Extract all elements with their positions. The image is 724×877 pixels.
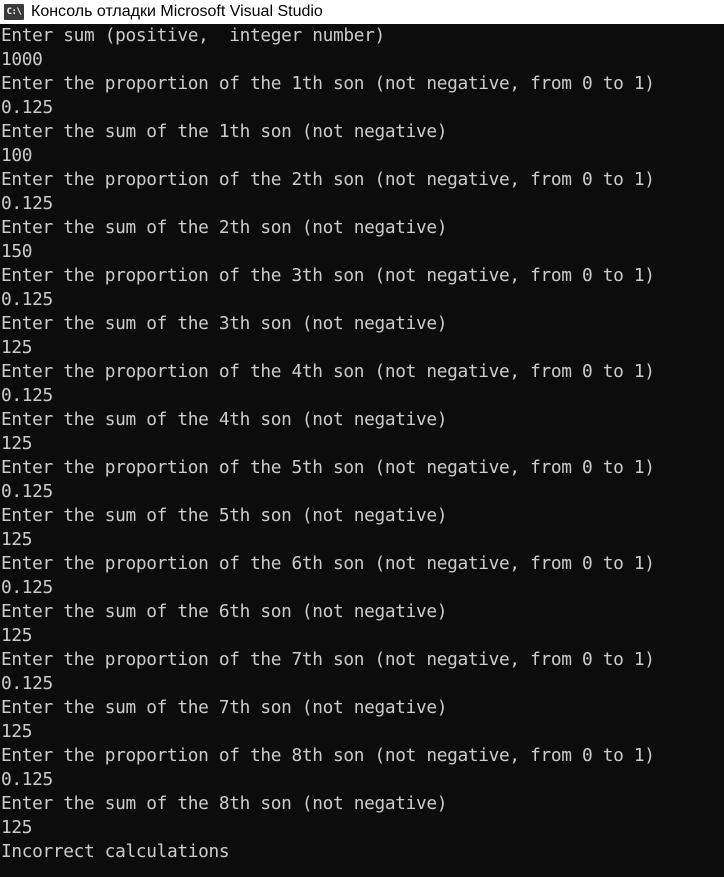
console-line: Enter the sum of the 4th son (not negati… bbox=[1, 409, 448, 430]
console-line: Enter the proportion of the 2th son (not… bbox=[1, 169, 655, 190]
console-output[interactable]: Enter sum (positive, integer number) 100… bbox=[0, 24, 724, 877]
console-line: Enter sum (positive, integer number) bbox=[1, 25, 385, 46]
console-window: C:\ Консоль отладки Microsoft Visual Stu… bbox=[0, 0, 724, 877]
console-line: Enter the proportion of the 8th son (not… bbox=[1, 745, 655, 766]
console-line: 125 bbox=[1, 625, 33, 646]
console-line: Enter the proportion of the 7th son (not… bbox=[1, 649, 655, 670]
console-app-icon: C:\ bbox=[4, 4, 24, 20]
console-line: 100 bbox=[1, 145, 33, 166]
console-line: Enter the proportion of the 5th son (not… bbox=[1, 457, 655, 478]
console-line: 0.125 bbox=[1, 193, 53, 214]
console-line: 150 bbox=[1, 241, 33, 262]
console-line: Enter the sum of the 8th son (not negati… bbox=[1, 793, 448, 814]
console-line: 1000 bbox=[1, 49, 43, 70]
console-line: Enter the proportion of the 6th son (not… bbox=[1, 553, 655, 574]
console-line: 125 bbox=[1, 817, 33, 838]
console-line: Enter the proportion of the 1th son (not… bbox=[1, 73, 655, 94]
console-app-icon-text: C:\ bbox=[6, 6, 22, 17]
console-line: 125 bbox=[1, 433, 33, 454]
console-line: 0.125 bbox=[1, 577, 53, 598]
console-line: 125 bbox=[1, 337, 33, 358]
console-line: 125 bbox=[1, 721, 33, 742]
console-line: Enter the sum of the 2th son (not negati… bbox=[1, 217, 448, 238]
console-line: Enter the sum of the 7th son (not negati… bbox=[1, 697, 448, 718]
title-bar[interactable]: C:\ Консоль отладки Microsoft Visual Stu… bbox=[0, 0, 724, 24]
console-line: 0.125 bbox=[1, 673, 53, 694]
console-line: Enter the proportion of the 3th son (not… bbox=[1, 265, 655, 286]
console-line: 125 bbox=[1, 529, 33, 550]
console-line: Enter the proportion of the 4th son (not… bbox=[1, 361, 655, 382]
console-line: Enter the sum of the 6th son (not negati… bbox=[1, 601, 448, 622]
window-title: Консоль отладки Microsoft Visual Studio bbox=[31, 3, 323, 20]
console-line: 0.125 bbox=[1, 481, 53, 502]
console-line: Enter the sum of the 3th son (not negati… bbox=[1, 313, 448, 334]
console-line: 0.125 bbox=[1, 385, 53, 406]
console-line: 0.125 bbox=[1, 97, 53, 118]
console-line: 0.125 bbox=[1, 769, 53, 790]
console-line: Incorrect calculations bbox=[1, 841, 230, 862]
console-line: Enter the sum of the 1th son (not negati… bbox=[1, 121, 448, 142]
console-line: 0.125 bbox=[1, 289, 53, 310]
console-line: Enter the sum of the 5th son (not negati… bbox=[1, 505, 448, 526]
